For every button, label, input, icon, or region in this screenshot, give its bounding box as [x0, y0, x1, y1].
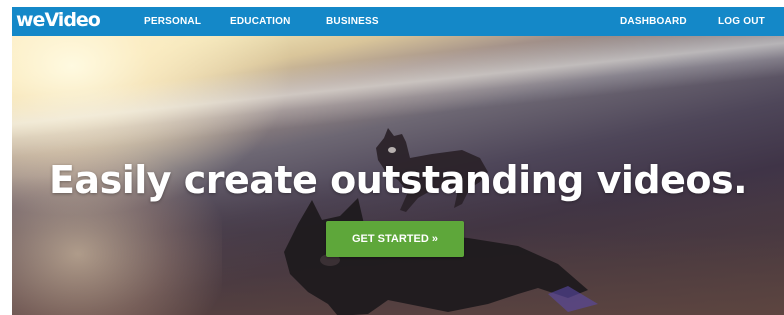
nav-personal-link[interactable]: PERSONAL	[144, 7, 201, 36]
hero-banner: Easily create outstanding videos. GET ST…	[12, 36, 784, 315]
page: weVideo PERSONAL EDUCATION BUSINESS DASH…	[0, 0, 784, 315]
nav-education-link[interactable]: EDUCATION	[230, 7, 291, 36]
nav-dashboard-link[interactable]: DASHBOARD	[620, 7, 687, 36]
get-started-button[interactable]: GET STARTED »	[326, 221, 464, 257]
nav-business-link[interactable]: BUSINESS	[326, 7, 379, 36]
nav-logout-link[interactable]: LOG OUT	[718, 7, 765, 36]
hero-headline: Easily create outstanding videos.	[48, 158, 748, 202]
top-nav-bar: weVideo PERSONAL EDUCATION BUSINESS DASH…	[12, 7, 784, 36]
wevideo-logo[interactable]: weVideo	[16, 9, 101, 31]
